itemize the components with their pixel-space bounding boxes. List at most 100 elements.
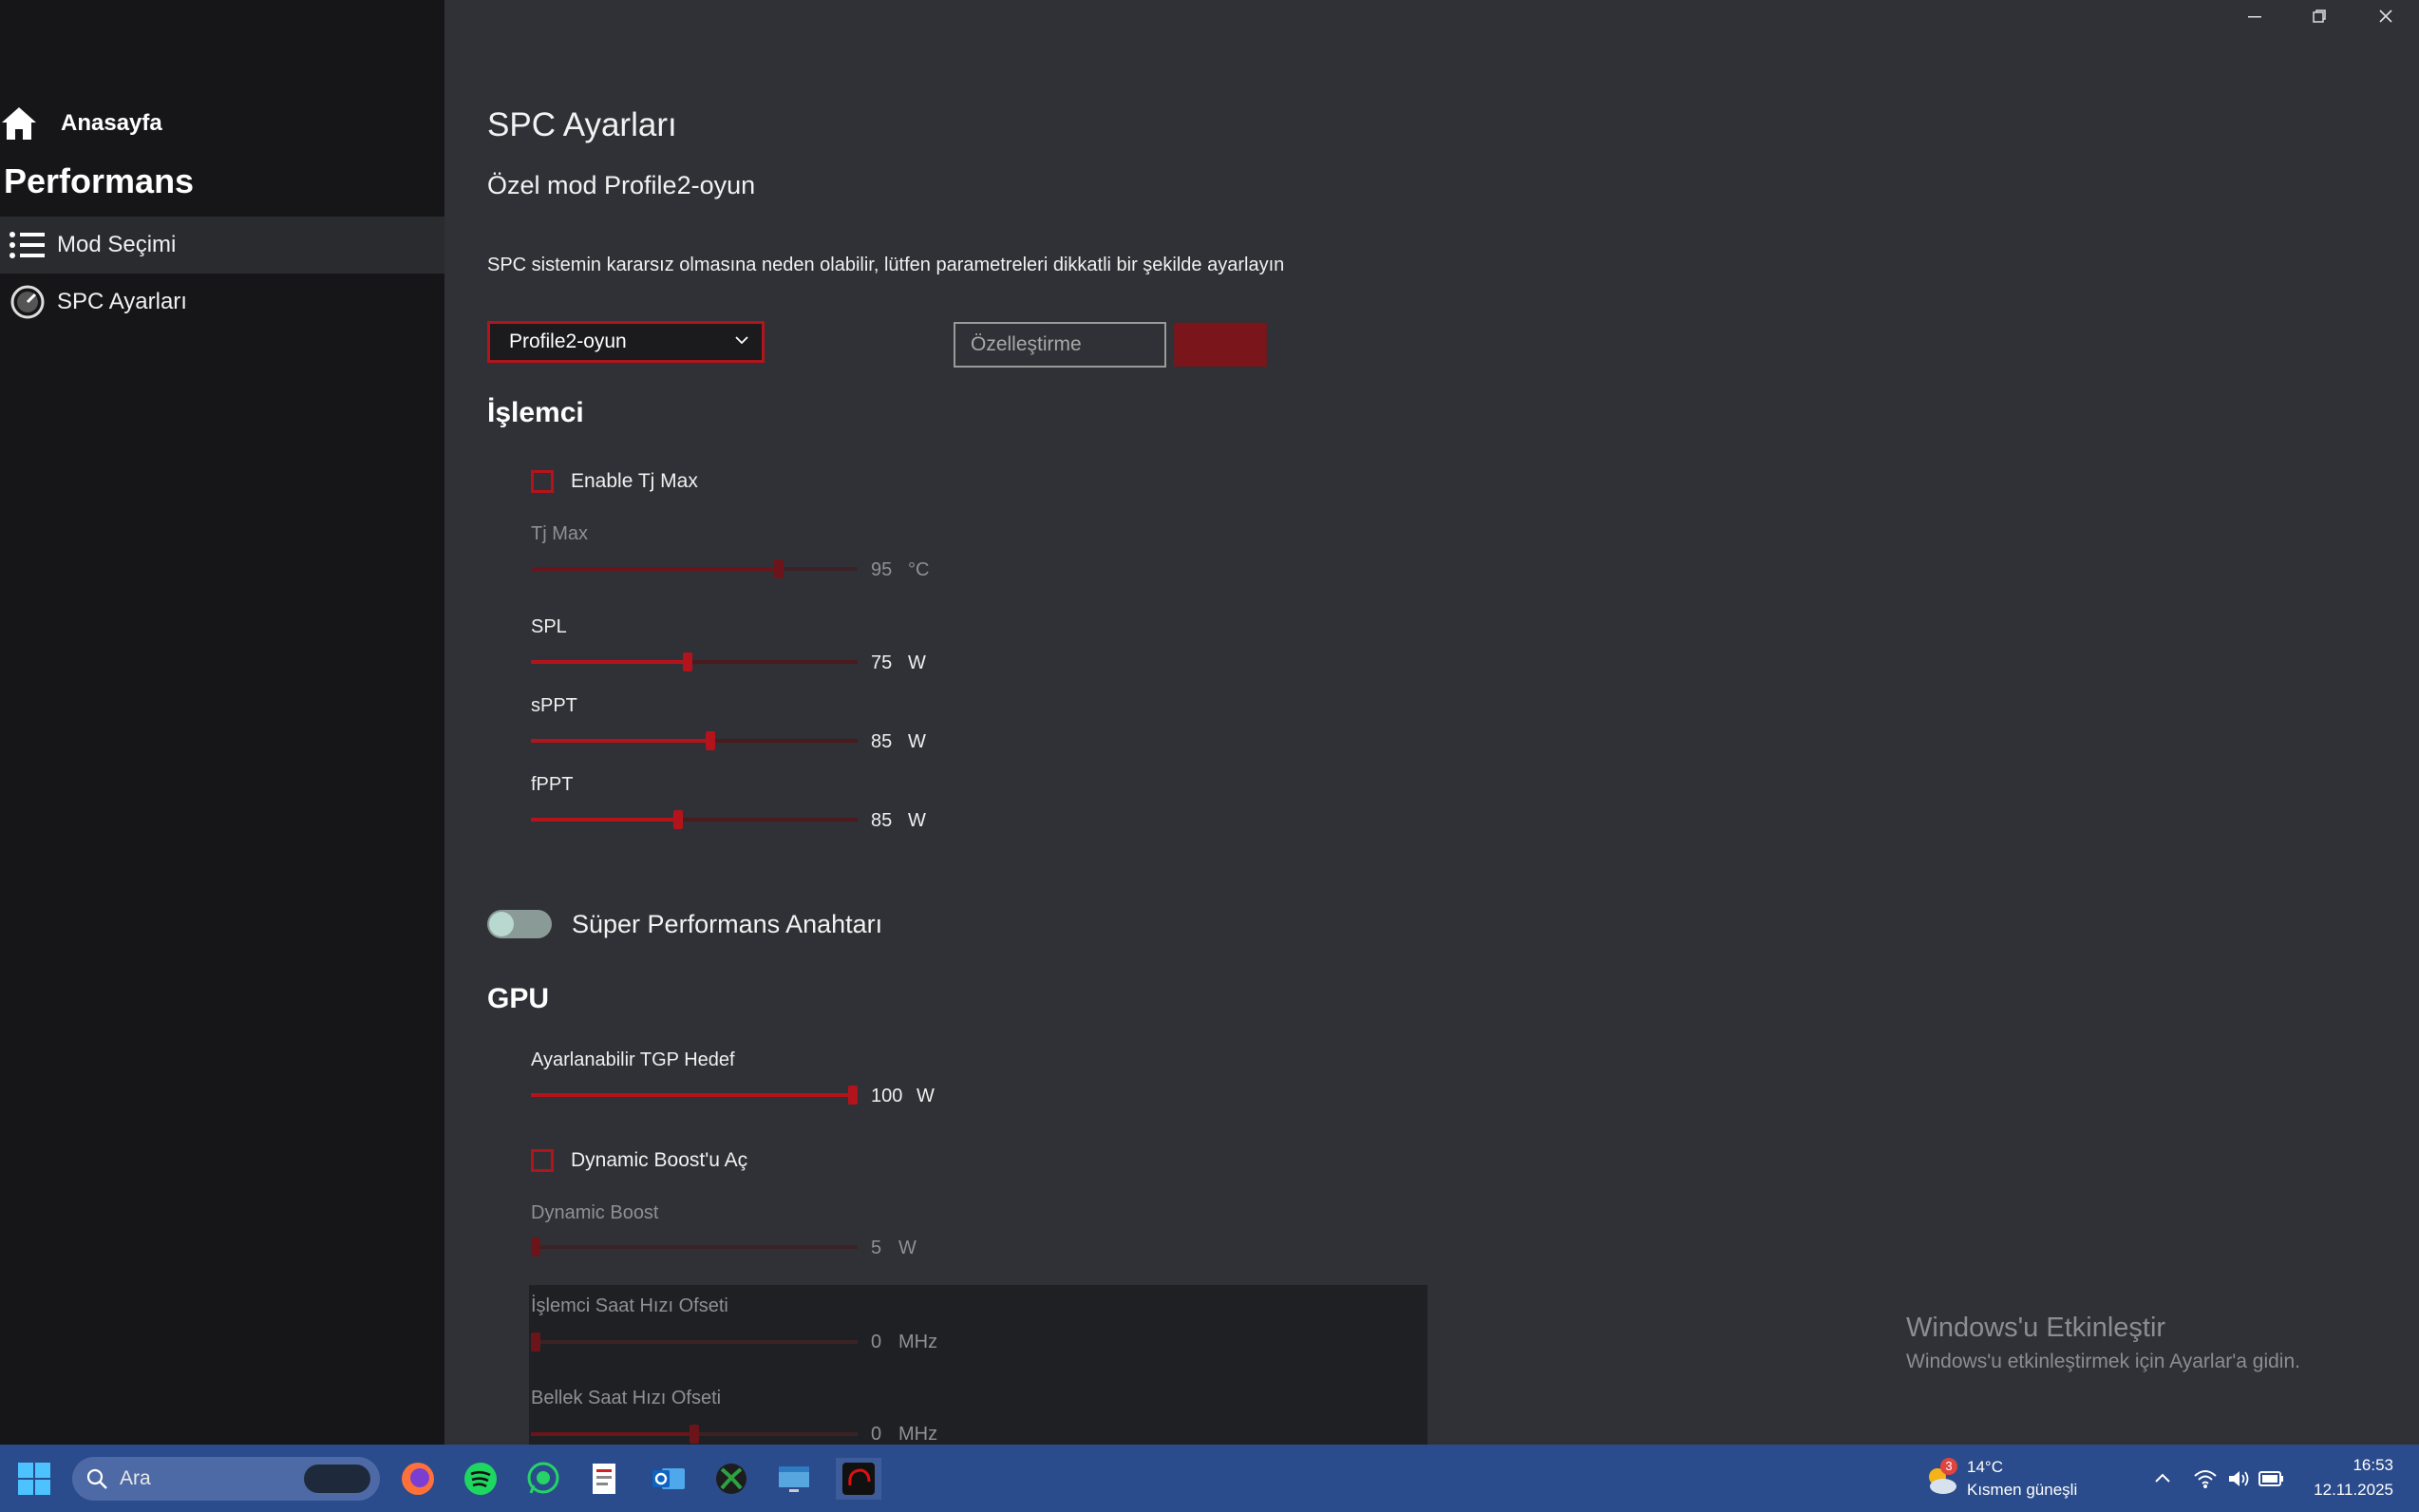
page-subtitle: Özel mod Profile2-oyun (487, 171, 756, 199)
sidebar: Anasayfa Performans Mod Seçimi SPC Ayarl… (0, 0, 444, 1445)
save-button[interactable] (1174, 323, 1267, 367)
home-icon (0, 105, 38, 142)
weather-badge: 3 (1940, 1458, 1957, 1475)
weather-temp: 14°C (1967, 1458, 2003, 1476)
clock-time[interactable]: 16:53 (2329, 1456, 2393, 1475)
sppt-slider[interactable] (531, 731, 858, 750)
cpu-clock-offset-unit: MHz (898, 1332, 938, 1352)
toggle-knob (489, 912, 514, 936)
start-button[interactable] (13, 1458, 55, 1500)
cpu-heading: İşlemci (487, 397, 584, 428)
spl-slider[interactable] (531, 652, 858, 671)
sidebar-item-spc-ayarlari[interactable]: SPC Ayarları (0, 274, 444, 331)
control-center-icon[interactable] (836, 1458, 881, 1500)
fppt-unit: W (908, 810, 926, 831)
dynamic-boost-checkbox[interactable] (531, 1149, 554, 1172)
spl-unit: W (908, 652, 926, 673)
enable-tjmax-row: Enable Tj Max (531, 470, 698, 493)
gpu-heading: GPU (487, 983, 550, 1014)
slider-thumb[interactable] (531, 1238, 540, 1257)
fppt-label: fPPT (531, 774, 574, 795)
cpu-clock-offset-value: 0 (871, 1332, 882, 1352)
slider-fill (531, 567, 780, 571)
xbox-icon[interactable] (710, 1458, 752, 1500)
tgp-unit: W (917, 1086, 935, 1106)
search-placeholder: Ara (120, 1467, 151, 1489)
super-performance-toggle[interactable] (487, 910, 552, 938)
mem-clock-offset-value: 0 (871, 1424, 882, 1445)
fppt-slider[interactable] (531, 810, 858, 829)
remote-desktop-icon[interactable] (773, 1458, 815, 1500)
dynamic-boost-value: 5 (871, 1238, 882, 1258)
cpu-clock-offset-slider[interactable] (531, 1332, 858, 1351)
nav-home[interactable]: Anasayfa (0, 103, 162, 144)
mem-clock-offset-slider[interactable] (531, 1425, 858, 1444)
search-icon (86, 1468, 107, 1489)
slider-thumb[interactable] (683, 652, 693, 671)
nav-home-label: Anasayfa (61, 110, 162, 136)
sppt-unit: W (908, 731, 926, 752)
sppt-label: sPPT (531, 695, 577, 716)
dynamic-boost-toggle-label: Dynamic Boost'u Aç (571, 1149, 748, 1171)
slider-thumb[interactable] (706, 731, 716, 750)
dynamic-boost-unit: W (898, 1238, 917, 1258)
slider-thumb[interactable] (774, 559, 784, 578)
tgp-slider[interactable] (531, 1086, 858, 1105)
taskbar-search[interactable]: Ara (72, 1457, 380, 1501)
slider-thumb[interactable] (690, 1425, 699, 1444)
tgp-value: 100 (871, 1086, 903, 1106)
close-button[interactable] (2353, 0, 2418, 32)
firefox-icon[interactable] (397, 1458, 439, 1500)
close-icon (2379, 9, 2392, 23)
chevron-down-icon (735, 336, 748, 345)
battery-icon[interactable] (2251, 1458, 2293, 1500)
slider-thumb[interactable] (672, 810, 683, 829)
slider-fill (531, 818, 678, 822)
slider-fill (531, 1093, 858, 1097)
windows-icon (18, 1463, 50, 1495)
tjmax-unit: °C (908, 559, 930, 580)
slider-fill (531, 1432, 694, 1436)
enable-tjmax-checkbox[interactable] (531, 470, 554, 493)
gauge-icon (8, 282, 47, 322)
activation-watermark-text: Windows'u etkinleştirmek için Ayarlar'a … (1906, 1351, 2300, 1372)
sppt-value: 85 (871, 731, 893, 752)
tjmax-slider[interactable] (531, 559, 858, 578)
sidebar-item-label: Mod Seçimi (57, 232, 177, 257)
slider-thumb[interactable] (531, 1332, 540, 1351)
chevron-up-icon[interactable] (2142, 1458, 2183, 1500)
spl-label: SPL (531, 616, 567, 637)
dynamic-boost-slider[interactable] (531, 1238, 858, 1257)
fppt-value: 85 (871, 810, 893, 831)
minimize-button[interactable] (2222, 0, 2287, 32)
mem-clock-offset-label: Bellek Saat Hızı Ofseti (531, 1388, 722, 1408)
nav-section-title: Performans (4, 161, 195, 200)
tjmax-label: Tj Max (531, 523, 588, 544)
taskbar: Ara 3 14°C Kısmen güneşli 16:53 12.11.20… (0, 1445, 2419, 1512)
whatsapp-icon[interactable] (522, 1458, 564, 1500)
super-performance-label: Süper Performans Anahtarı (572, 910, 883, 938)
minimize-icon (2248, 16, 2261, 18)
page-title: SPC Ayarları (487, 106, 677, 143)
restore-button[interactable] (2287, 0, 2352, 32)
slider-fill (531, 660, 689, 664)
notepad-icon[interactable] (585, 1458, 627, 1500)
enable-tjmax-label: Enable Tj Max (571, 470, 698, 492)
profile-dropdown-value: Profile2-oyun (509, 331, 627, 352)
slider-fill (531, 739, 711, 743)
outlook-icon[interactable] (648, 1458, 690, 1500)
slider-thumb[interactable] (848, 1086, 858, 1105)
profile-name-input[interactable] (954, 322, 1166, 368)
profile-dropdown[interactable]: Profile2-oyun (487, 321, 765, 363)
weather-desc: Kısmen güneşli (1967, 1481, 2078, 1499)
tjmax-value: 95 (871, 559, 893, 580)
sidebar-item-mod-secimi[interactable]: Mod Seçimi (0, 217, 444, 274)
clock-date[interactable]: 12.11.2025 (2298, 1481, 2393, 1500)
spl-value: 75 (871, 652, 893, 673)
list-icon (8, 225, 47, 265)
sidebar-item-label: SPC Ayarları (57, 289, 187, 314)
cpu-clock-offset-label: İşlemci Saat Hızı Ofseti (531, 1295, 728, 1316)
spotify-icon[interactable] (460, 1458, 501, 1500)
dynamic-boost-label: Dynamic Boost (531, 1202, 659, 1223)
mem-clock-offset-unit: MHz (898, 1424, 938, 1445)
